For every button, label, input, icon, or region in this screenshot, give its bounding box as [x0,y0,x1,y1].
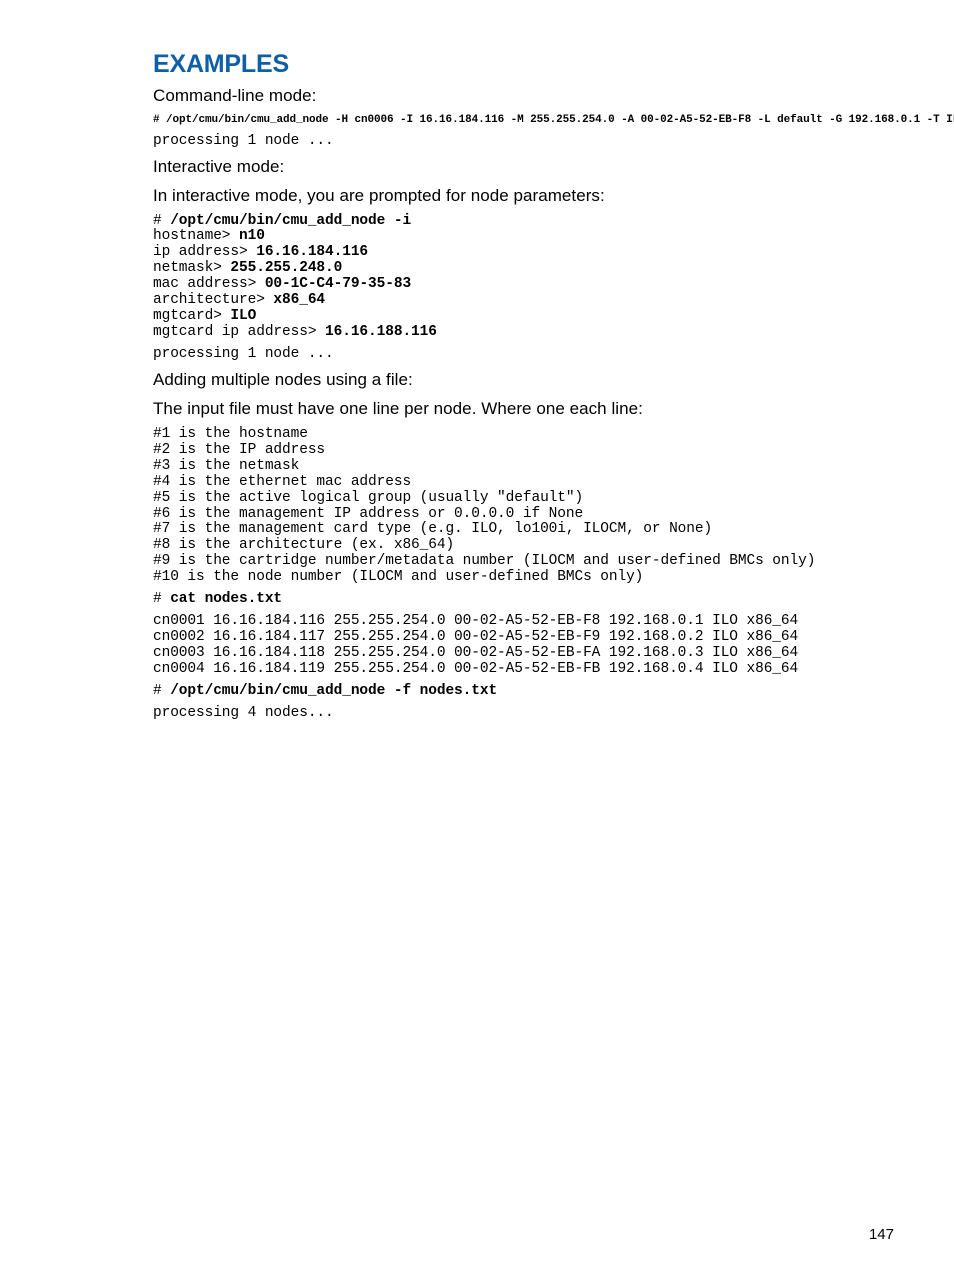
prompt-text: mgtcard> [153,308,230,324]
nodes-file-content: cn0001 16.16.184.116 255.255.254.0 00-02… [153,614,853,678]
user-input: 16.16.188.116 [325,324,437,340]
user-input: /opt/cmu/bin/cmu_add_node -i [170,213,411,229]
label-multi-file: Adding multiple nodes using a file: [153,369,853,392]
page-content: EXAMPLES Command-line mode: # /opt/cmu/b… [153,50,853,728]
example-cmdline: # /opt/cmu/bin/cmu_add_node -H cn0006 -I… [153,114,853,128]
label-cmdline-mode: Command-line mode: [153,85,853,108]
prompt-text: # [153,213,170,229]
command: cat nodes.txt [170,591,282,607]
user-input: 16.16.184.116 [256,244,368,260]
prompt-text: mac address> [153,276,265,292]
page-number: 147 [869,1226,894,1243]
label-interactive-mode: Interactive mode: [153,156,853,179]
cat-command: # cat nodes.txt [153,592,853,608]
command: /opt/cmu/bin/cmu_add_node -f nodes.txt [170,683,497,699]
prompt: # [153,114,166,126]
output-text: processing 1 node ... [153,347,853,363]
user-input: ILO [230,308,256,324]
prompt-text: architecture> [153,292,273,308]
output-text: processing 1 node ... [153,134,853,150]
multi-desc: The input file must have one line per no… [153,398,853,421]
command: /opt/cmu/bin/cmu_add_node -H cn0006 -I 1… [166,114,954,126]
user-input: 00-1C-C4-79-35-83 [265,276,411,292]
output-text: processing 4 nodes... [153,706,853,722]
user-input: n10 [239,228,265,244]
example-interactive: # /opt/cmu/bin/cmu_add_node -i hostname>… [153,214,853,342]
add-node-file-command: # /opt/cmu/bin/cmu_add_node -f nodes.txt [153,684,853,700]
prompt-text: hostname> [153,228,239,244]
section-heading: EXAMPLES [153,50,853,79]
prompt: # [153,683,170,699]
user-input: 255.255.248.0 [230,260,342,276]
prompt-text: mgtcard ip address> [153,324,325,340]
user-input: x86_64 [273,292,325,308]
prompt: # [153,591,170,607]
interactive-desc: In interactive mode, you are prompted fo… [153,185,853,208]
field-list: #1 is the hostname #2 is the IP address … [153,427,853,586]
prompt-text: netmask> [153,260,230,276]
prompt-text: ip address> [153,244,256,260]
